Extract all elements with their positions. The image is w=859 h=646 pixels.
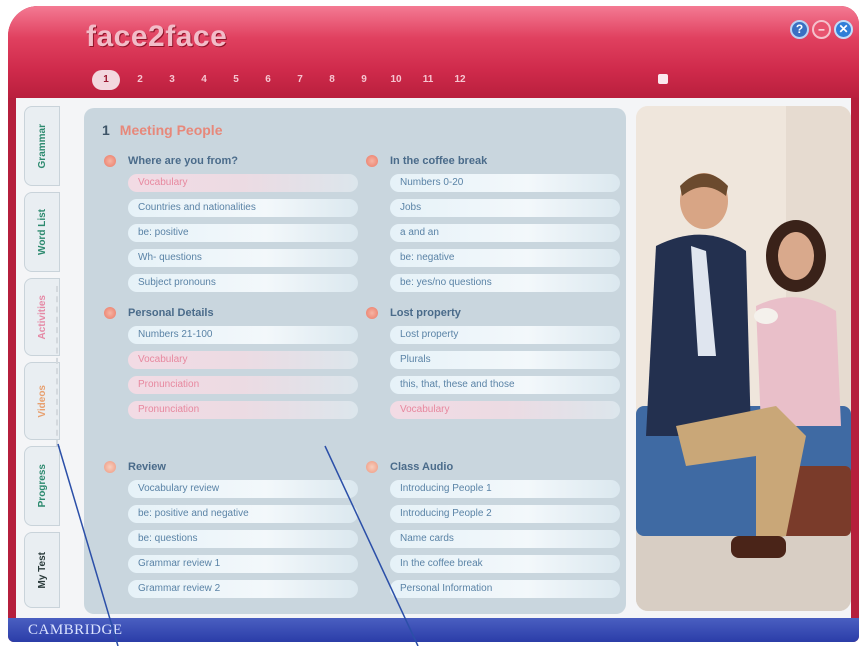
menu-item[interactable]: Plurals [390, 351, 620, 369]
unit-tab-bar: 1 2 3 4 5 6 7 8 9 10 11 12 [92, 70, 476, 90]
bullet-icon [104, 155, 116, 167]
menu-item[interactable]: Grammar review 1 [128, 555, 358, 573]
section-title: Personal Details [128, 307, 214, 319]
menu-item[interactable]: Pronunciation [128, 401, 358, 419]
minimize-button[interactable]: – [812, 20, 831, 39]
side-tab-videos[interactable]: Videos [24, 362, 60, 440]
section-heading: Personal Details [104, 304, 358, 322]
unit-tab-7[interactable]: 7 [284, 70, 316, 90]
menu-item[interactable]: Numbers 21-100 [128, 326, 358, 344]
menu-item[interactable]: be: questions [128, 530, 358, 548]
menu-item[interactable]: Grammar review 2 [128, 580, 358, 598]
side-tab-label: Videos [36, 384, 48, 418]
menu-item[interactable]: Pronunciation [128, 376, 358, 394]
menu-item[interactable]: be: negative [390, 249, 620, 267]
menu-item[interactable]: Vocabulary [128, 351, 358, 369]
menu-item[interactable]: Countries and nationalities [128, 199, 358, 217]
unit-tab-11[interactable]: 11 [412, 70, 444, 90]
side-tab-label: Grammar [36, 123, 48, 169]
section-heading: Lost property [366, 304, 620, 322]
bullet-icon [104, 307, 116, 319]
menu-item[interactable]: be: positive [128, 224, 358, 242]
side-tab-word-list[interactable]: Word List [24, 192, 60, 272]
app-window: face2face 1 2 3 4 5 6 7 8 9 10 11 12 ? –… [8, 6, 859, 642]
section-where-are-you-from: Where are you from? Vocabulary Countries… [104, 152, 358, 299]
menu-item[interactable]: a and an [390, 224, 620, 242]
side-tab-my-test[interactable]: My Test [24, 532, 60, 608]
section-heading: Class Audio [366, 458, 620, 476]
app-logo: face2face [86, 20, 228, 53]
menu-item[interactable]: Lost property [390, 326, 620, 344]
side-tab-label: My Test [36, 551, 48, 589]
unit-number: 1 [102, 122, 110, 138]
side-tab-progress[interactable]: Progress [24, 446, 60, 526]
section-heading: In the coffee break [366, 152, 620, 170]
section-title: In the coffee break [390, 155, 488, 167]
section-lost-property: Lost property Lost property Plurals this… [366, 304, 620, 426]
menu-item[interactable]: Vocabulary [390, 401, 620, 419]
section-review: Review Vocabulary review be: positive an… [104, 458, 358, 605]
menu-item[interactable]: Vocabulary [128, 174, 358, 192]
menu-item[interactable]: Introducing People 2 [390, 505, 620, 523]
section-title: Lost property [390, 307, 461, 319]
menu-item[interactable]: Name cards [390, 530, 620, 548]
section-personal-details: Personal Details Numbers 21-100 Vocabula… [104, 304, 358, 426]
unit-menu-panel: 1 Meeting People Where are you from? Voca… [84, 108, 626, 614]
section-class-audio: Class Audio Introducing People 1 Introdu… [366, 458, 620, 605]
unit-tab-2[interactable]: 2 [124, 70, 156, 90]
menu-item[interactable]: this, that, these and those [390, 376, 620, 394]
menu-item[interactable]: Introducing People 1 [390, 480, 620, 498]
side-tab-label: Progress [36, 464, 48, 508]
unit-title: Meeting People [119, 122, 223, 138]
bullet-icon [366, 307, 378, 319]
section-title: Review [128, 461, 166, 473]
section-heading: Where are you from? [104, 152, 358, 170]
menu-item[interactable]: In the coffee break [390, 555, 620, 573]
header-bar: face2face 1 2 3 4 5 6 7 8 9 10 11 12 ? –… [8, 6, 859, 98]
publisher-logo: CAMBRIDGE [28, 622, 123, 638]
photo-illustration [636, 106, 851, 611]
unit-tab-6[interactable]: 6 [252, 70, 284, 90]
unit-tab-3[interactable]: 3 [156, 70, 188, 90]
side-tab-label: Activities [36, 294, 48, 340]
unit-tab-4[interactable]: 4 [188, 70, 220, 90]
help-button[interactable]: ? [790, 20, 809, 39]
unit-photo [636, 106, 851, 611]
unit-tab-8[interactable]: 8 [316, 70, 348, 90]
menu-item[interactable]: Subject pronouns [128, 274, 358, 292]
section-in-the-coffee-break: In the coffee break Numbers 0-20 Jobs a … [366, 152, 620, 299]
section-title: Where are you from? [128, 155, 239, 167]
menu-item[interactable]: Numbers 0-20 [390, 174, 620, 192]
bullet-icon [366, 461, 378, 473]
bullet-icon [366, 155, 378, 167]
close-button[interactable]: ✕ [834, 20, 853, 39]
footer-bar: CAMBRIDGE [8, 618, 859, 642]
section-heading: Review [104, 458, 358, 476]
unit-tab-12[interactable]: 12 [444, 70, 476, 90]
unit-tab-5[interactable]: 5 [220, 70, 252, 90]
menu-item[interactable]: be: yes/no questions [390, 274, 620, 292]
unit-tab-10[interactable]: 10 [380, 70, 412, 90]
bullet-icon [104, 461, 116, 473]
menu-item[interactable]: be: positive and negative [128, 505, 358, 523]
divider [56, 286, 62, 446]
side-tab-activities[interactable]: Activities [24, 278, 60, 356]
menu-item[interactable]: Jobs [390, 199, 620, 217]
menu-item[interactable]: Personal Information [390, 580, 620, 598]
menu-item[interactable]: Vocabulary review [128, 480, 358, 498]
menu-item[interactable]: Wh- questions [128, 249, 358, 267]
unit-heading: 1 Meeting People [102, 122, 222, 138]
unit-tab-1[interactable]: 1 [92, 70, 120, 90]
section-title: Class Audio [390, 461, 454, 473]
unit-tab-9[interactable]: 9 [348, 70, 380, 90]
extra-unit-button[interactable] [658, 74, 668, 84]
side-tab-label: Word List [36, 209, 48, 255]
main-content: Grammar Word List Activities Videos Prog… [16, 98, 851, 618]
side-tab-grammar[interactable]: Grammar [24, 106, 60, 186]
window-controls: ? – ✕ [790, 20, 853, 39]
